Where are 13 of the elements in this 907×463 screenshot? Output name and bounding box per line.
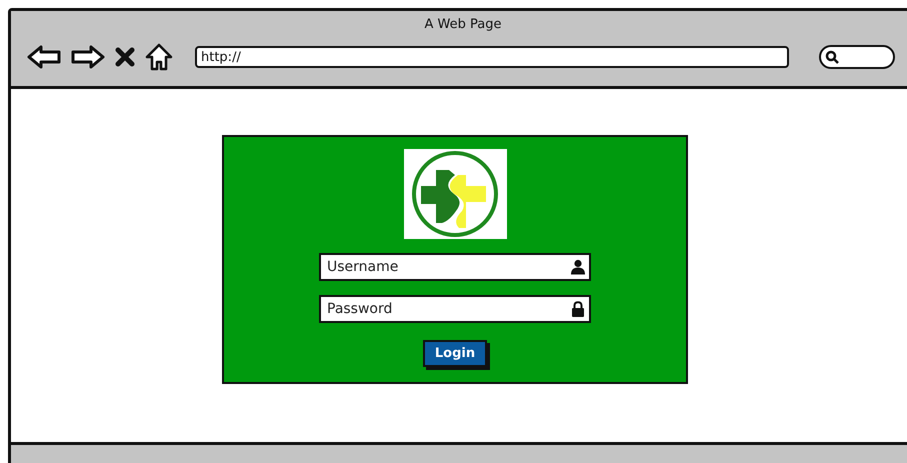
home-icon[interactable] bbox=[145, 43, 173, 71]
login-button[interactable]: Login bbox=[422, 340, 488, 367]
search-field[interactable] bbox=[819, 45, 895, 69]
back-icon[interactable] bbox=[27, 45, 61, 69]
password-field[interactable]: Password bbox=[319, 295, 591, 323]
forward-icon[interactable] bbox=[71, 45, 105, 69]
window-title: A Web Page bbox=[424, 16, 502, 34]
address-field[interactable]: http:// bbox=[195, 46, 789, 68]
lock-icon bbox=[571, 301, 585, 317]
user-icon bbox=[571, 260, 585, 274]
username-field[interactable]: Username bbox=[319, 253, 591, 281]
search-icon bbox=[825, 50, 839, 64]
close-icon[interactable] bbox=[115, 47, 135, 67]
